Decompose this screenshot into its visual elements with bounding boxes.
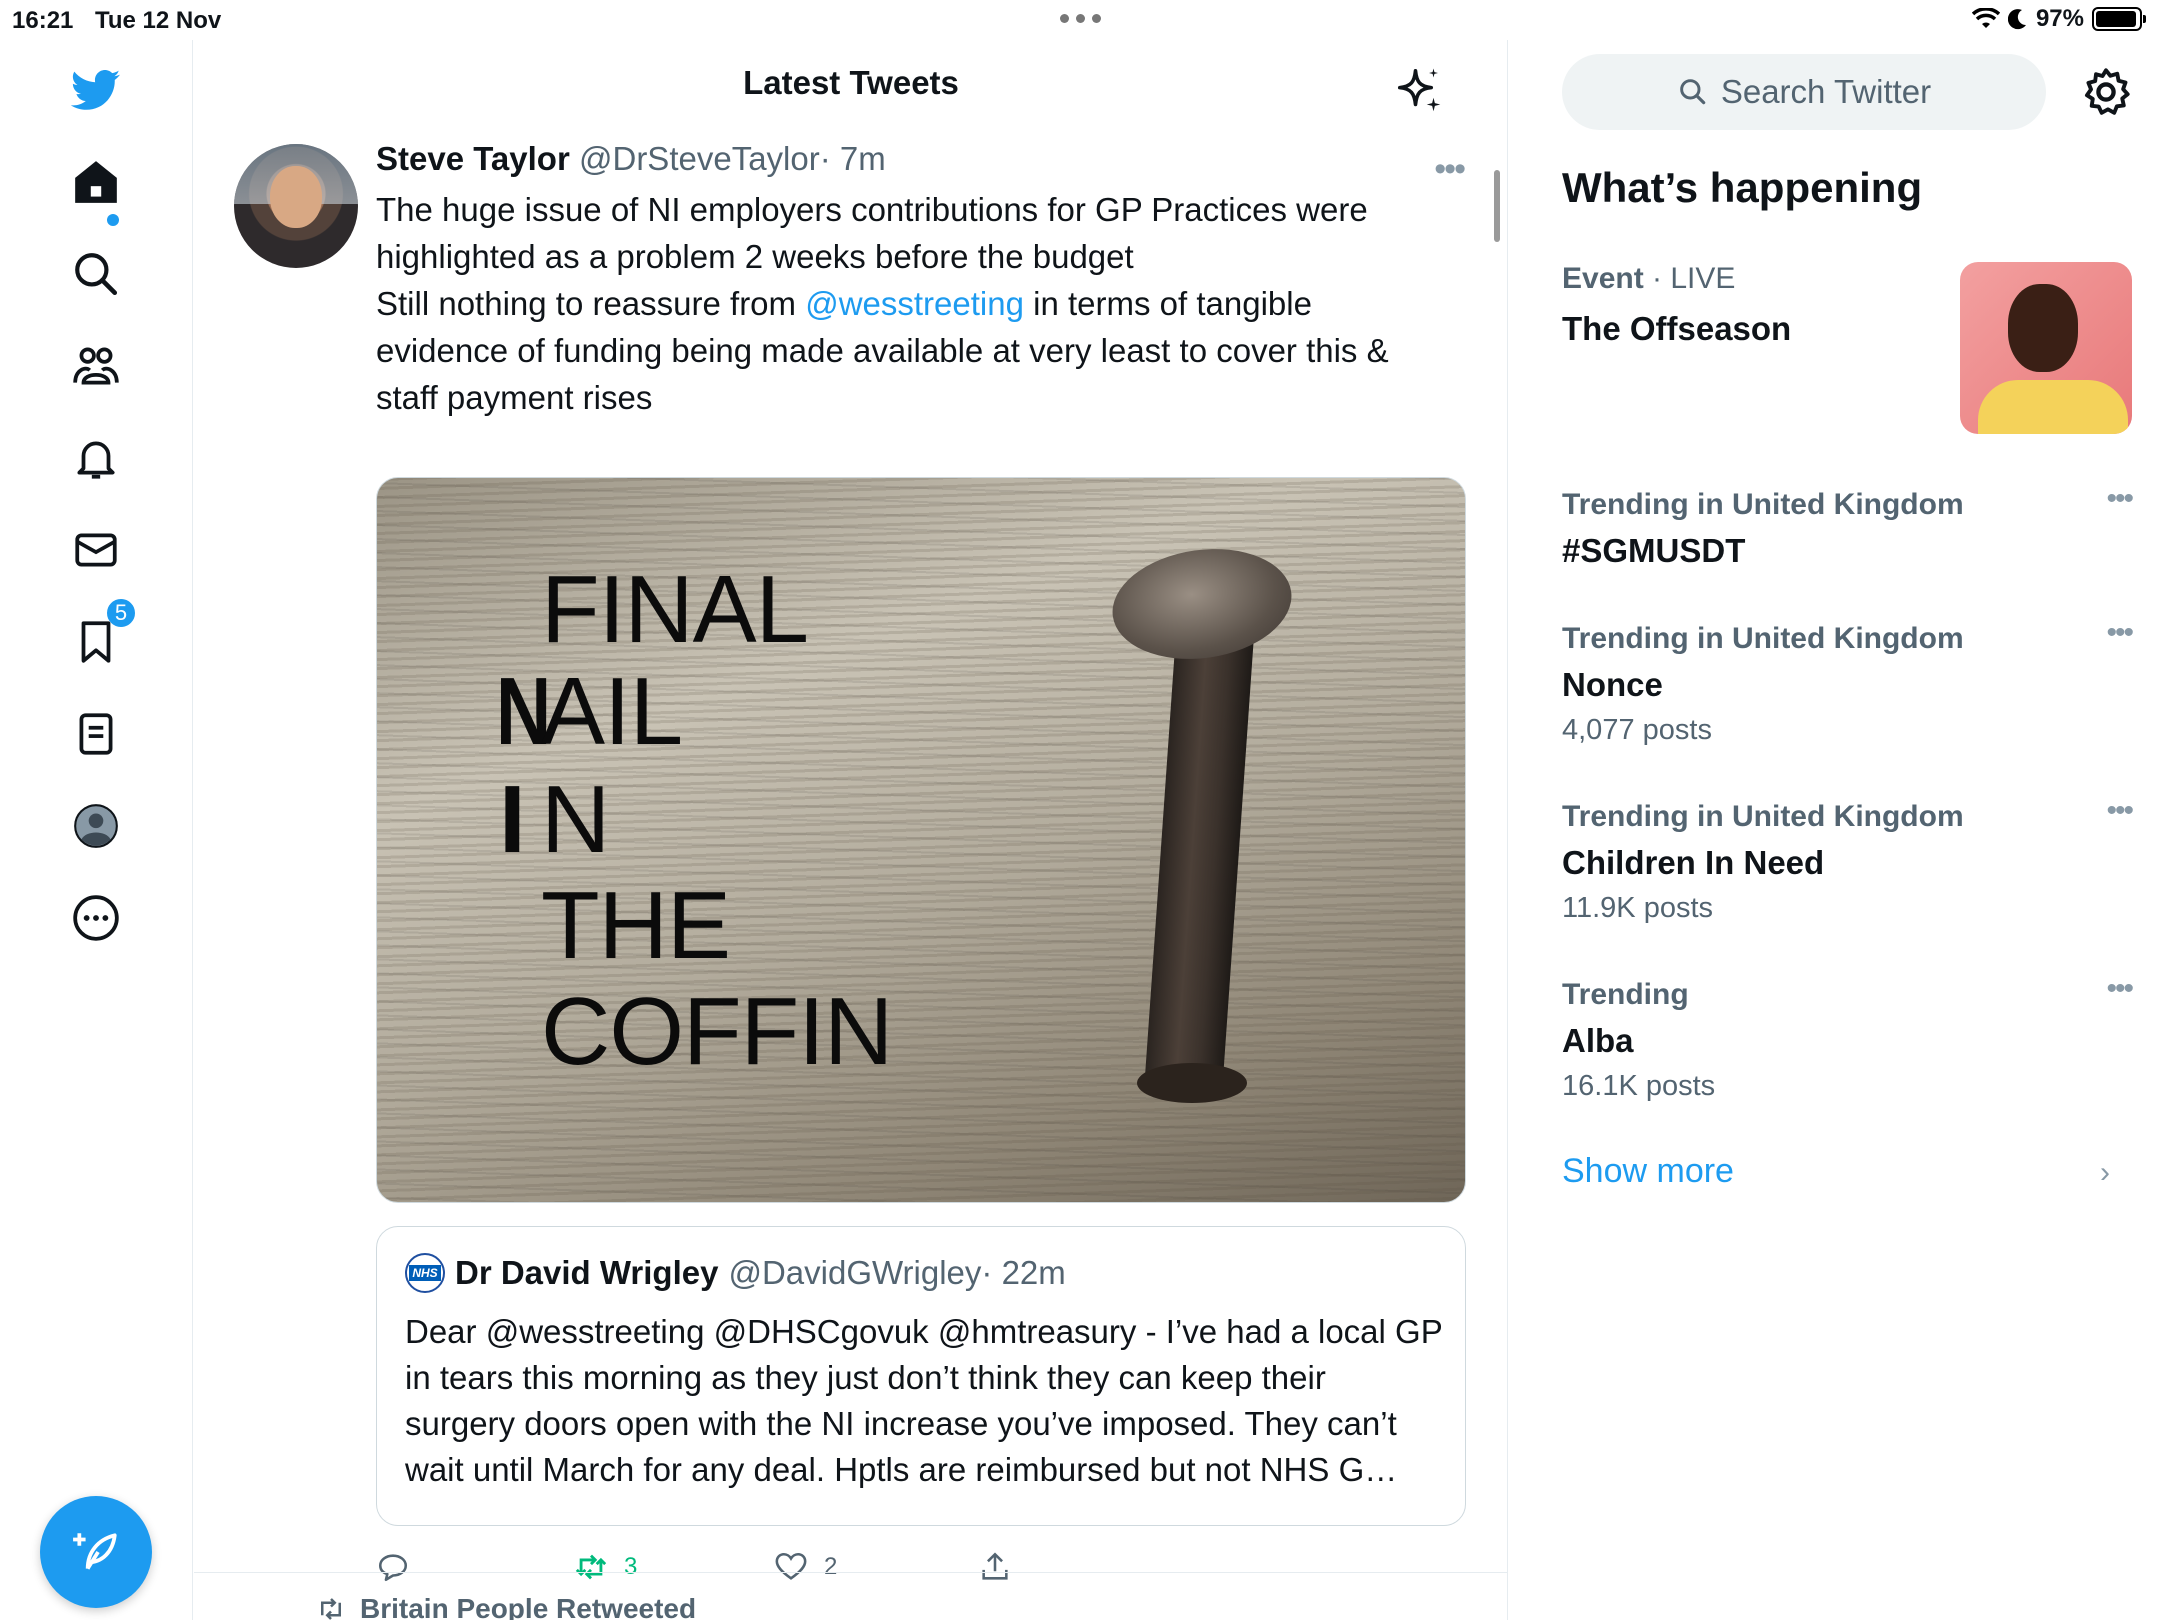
home-icon[interactable]	[60, 146, 132, 218]
trend-category: Trending	[1562, 978, 1689, 1011]
image-word: FINAL	[541, 556, 809, 663]
whats-happening-heading: What’s happening	[1562, 164, 1923, 211]
image-word: N	[541, 766, 610, 873]
retweeted-by-label: Britain People Retweeted	[316, 1593, 696, 1620]
tweet-author-name[interactable]: Steve Taylor	[376, 140, 570, 177]
tweet-image[interactable]: FINAL N AIL I N THE COFFIN	[376, 477, 1466, 1203]
quoted-tweet-header: NHS Dr David Wrigley @DavidGWrigley · 22m	[405, 1253, 1066, 1293]
quoted-tweet-time: · 22m	[981, 1254, 1066, 1291]
right-sidebar: Search Twitter What’s happening Event · …	[1510, 40, 2160, 1620]
trend-more-icon[interactable]: •••	[2106, 972, 2133, 1006]
next-tweet-preview[interactable]: Britain People Retweeted	[194, 1572, 1508, 1620]
tweet-author-handle[interactable]: @DrSteveTaylor	[579, 140, 820, 177]
trend-category: Trending in United Kingdom	[1562, 800, 1964, 833]
trend-item[interactable]: Trending in United Kingdom Children In N…	[1562, 794, 2134, 925]
battery-percent: 97%	[2035, 5, 2084, 32]
tweet-header: Steve Taylor @DrSteveTaylor· 7m	[376, 140, 886, 178]
retweeted-by-text: Britain People Retweeted	[360, 1593, 697, 1620]
status-time: 16:21	[12, 7, 74, 34]
search-field[interactable]: Search Twitter	[1562, 54, 2046, 130]
image-word: THE	[541, 872, 731, 979]
event-category: Event	[1562, 262, 1644, 295]
trend-name: Children In Need	[1562, 844, 1825, 881]
image-word: AIL	[541, 658, 683, 765]
nail-head	[1105, 537, 1299, 671]
tweet-text-line-2: Still nothing to reassure from @wesstree…	[376, 280, 1436, 421]
tweet-author-avatar[interactable]	[234, 144, 358, 268]
quoted-author-handle: @DavidGWrigley	[728, 1254, 982, 1291]
trend-item[interactable]: Trending in United Kingdom Nonce 4,077 p…	[1562, 616, 2134, 747]
battery-icon	[2092, 7, 2146, 31]
tweet-text: The huge issue of NI employers contribut…	[376, 186, 1436, 421]
left-nav: 5	[0, 40, 193, 1620]
image-word: I	[499, 766, 526, 873]
show-more-link[interactable]: Show more	[1562, 1152, 1734, 1191]
lists-icon[interactable]	[60, 698, 132, 770]
tweet-time: · 7m	[819, 140, 886, 177]
compose-tweet-button[interactable]	[40, 1496, 152, 1608]
communities-icon[interactable]	[60, 330, 132, 402]
quoted-tweet[interactable]: NHS Dr David Wrigley @DavidGWrigley · 22m…	[376, 1226, 1466, 1526]
status-date: Tue 12 Nov	[95, 7, 222, 34]
event-status: · LIVE	[1652, 262, 1736, 295]
trend-count: 11.9K posts	[1562, 892, 1714, 924]
quoted-author-avatar: NHS	[405, 1253, 445, 1293]
bookmarks-icon[interactable]	[60, 606, 132, 678]
chevron-right-icon: ›	[2100, 1156, 2110, 1189]
event-card[interactable]: Event · LIVE The Offseason	[1562, 262, 2132, 434]
tweet-text-line-1: The huge issue of NI employers contribut…	[376, 191, 1368, 275]
wifi-icon	[1971, 8, 2000, 28]
nhs-logo-text: NHS	[409, 1265, 441, 1281]
nail-hole	[1137, 1063, 1247, 1103]
trend-item[interactable]: Trending in United Kingdom #SGMUSDT •••	[1562, 482, 2134, 570]
trend-count: 16.1K posts	[1562, 1070, 1716, 1102]
home-unread-dot	[107, 214, 119, 226]
search-icon[interactable]	[60, 238, 132, 310]
trend-more-icon[interactable]: •••	[2106, 482, 2133, 516]
trend-item[interactable]: Trending Alba 16.1K posts •••	[1562, 972, 2134, 1103]
status-bar: 16:21 Tue 12 Nov 97%	[0, 0, 2160, 40]
feather-plus-icon	[73, 1533, 117, 1570]
sparkle-icon[interactable]	[1393, 64, 1447, 118]
quoted-author-name: Dr David Wrigley	[455, 1254, 719, 1291]
trend-more-icon[interactable]: •••	[2106, 616, 2133, 650]
retweet-small-icon	[321, 1598, 341, 1620]
timeline: Latest Tweets Steve Taylor @DrSteveTaylo…	[194, 40, 1508, 1620]
status-right: 97%	[1971, 5, 2146, 33]
trend-name: #SGMUSDT	[1562, 532, 1746, 569]
settings-gear-icon[interactable]	[2080, 66, 2132, 118]
quoted-tweet-text: Dear @wesstreeting @DHSCgovuk @hmtreasur…	[405, 1313, 1443, 1488]
tweet-text-part: Still nothing to reassure from	[376, 285, 806, 322]
trend-count: 4,077 posts	[1562, 714, 1712, 746]
twitter-logo-icon[interactable]	[60, 54, 132, 126]
messages-icon[interactable]	[60, 514, 132, 586]
trend-more-icon[interactable]: •••	[2106, 794, 2133, 828]
notifications-bell-icon[interactable]	[60, 422, 132, 494]
tweet-more-icon[interactable]: •••	[1434, 150, 1466, 189]
trend-category: Trending in United Kingdom	[1562, 488, 1964, 521]
timeline-title: Latest Tweets	[743, 64, 959, 101]
trend-name: Alba	[1562, 1022, 1634, 1059]
timeline-scrollbar[interactable]	[1494, 170, 1500, 242]
trend-name: Nonce	[1562, 666, 1663, 703]
nail-shaft	[1143, 625, 1255, 1101]
event-thumbnail	[1960, 262, 2132, 434]
multitasking-dots[interactable]	[1060, 14, 1101, 23]
mention-link[interactable]: @wesstreeting	[805, 285, 1024, 322]
trend-category: Trending in United Kingdom	[1562, 622, 1964, 655]
profile-avatar-icon[interactable]	[60, 790, 132, 862]
search-placeholder: Search Twitter	[1720, 73, 1932, 110]
more-options-icon[interactable]	[60, 882, 132, 954]
search-small-icon	[1680, 79, 1706, 105]
image-word: COFFIN	[541, 978, 893, 1085]
moon-icon	[2007, 9, 2026, 30]
